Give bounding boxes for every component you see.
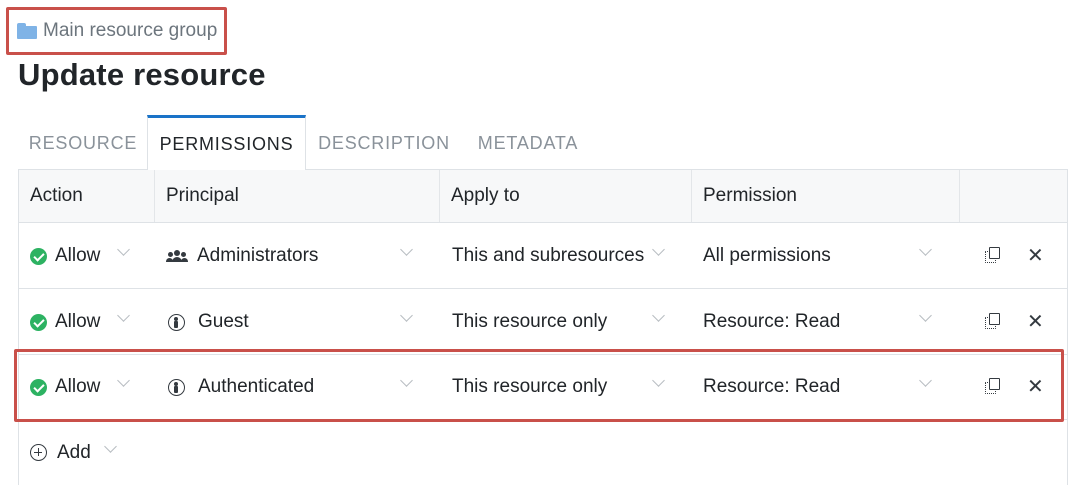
chevron-down-icon[interactable] [104,440,117,453]
close-icon[interactable]: ✕ [1027,376,1044,396]
apply-to-select[interactable]: This and subresources [452,223,684,289]
principal-select[interactable]: Authenticated [166,354,416,420]
tab-resource[interactable]: RESOURCE [18,115,148,171]
group-icon [166,249,188,263]
page-title: Update resource [18,57,266,92]
permission-value: All permissions [703,245,831,266]
user-circle-icon [168,313,185,331]
add-label: Add [57,441,91,463]
apply-to-value: This and subresources [452,245,645,266]
apply-to-select[interactable]: This resource only [452,354,684,420]
header-tools [960,170,1067,222]
check-circle-icon [30,247,47,265]
action-value: Allow [55,376,101,397]
breadcrumb[interactable]: Main resource group [6,7,227,55]
copy-icon[interactable] [985,378,1002,396]
header-apply-to: Apply to [440,170,692,222]
tab-permissions[interactable]: PERMISSIONS [147,115,306,171]
permission-select[interactable]: Resource: Read [703,289,937,355]
table-row: Allow Guest This resource only Resource:… [19,289,1067,355]
add-row: Add [19,420,1067,485]
apply-to-value: This resource only [452,311,608,332]
apply-to-value: This resource only [452,376,608,397]
check-circle-icon [30,378,47,396]
permission-select[interactable]: Resource: Read [703,354,937,420]
action-select[interactable]: Allow [30,354,150,420]
breadcrumb-label[interactable]: Main resource group [43,20,217,42]
table-row: Allow Authenticated This resource only R… [19,354,1067,420]
table-row: Allow Administrators This and subresourc… [19,223,1067,289]
plus-circle-icon [30,444,47,461]
action-value: Allow [55,245,101,266]
table-header: Action Principal Apply to Permission [19,170,1067,223]
action-select[interactable]: Allow [30,223,150,289]
tab-description[interactable]: DESCRIPTION [306,115,462,171]
header-action: Action [19,170,155,222]
copy-icon[interactable] [985,313,1002,331]
permission-value: Resource: Read [703,311,841,332]
principal-select[interactable]: Guest [166,289,416,355]
action-select[interactable]: Allow [30,289,150,355]
header-principal: Principal [155,170,440,222]
folder-icon [17,23,37,39]
apply-to-select[interactable]: This resource only [452,289,684,355]
user-circle-icon [168,378,185,396]
principal-select[interactable]: Administrators [166,223,416,289]
principal-value: Administrators [197,245,319,266]
action-value: Allow [55,311,101,332]
permission-value: Resource: Read [703,376,841,397]
check-circle-icon [30,313,47,331]
close-icon[interactable]: ✕ [1027,311,1044,331]
header-permission: Permission [692,170,960,222]
permissions-table: Action Principal Apply to Permission All… [18,170,1068,485]
copy-icon[interactable] [985,247,1002,265]
close-icon[interactable]: ✕ [1027,245,1044,265]
permission-select[interactable]: All permissions [703,223,937,289]
principal-value: Guest [198,311,249,332]
principal-value: Authenticated [198,376,315,397]
tab-metadata[interactable]: METADATA [462,115,594,171]
tab-bar: RESOURCE PERMISSIONS DESCRIPTION METADAT… [18,115,1068,171]
add-button[interactable]: Add [30,420,91,485]
